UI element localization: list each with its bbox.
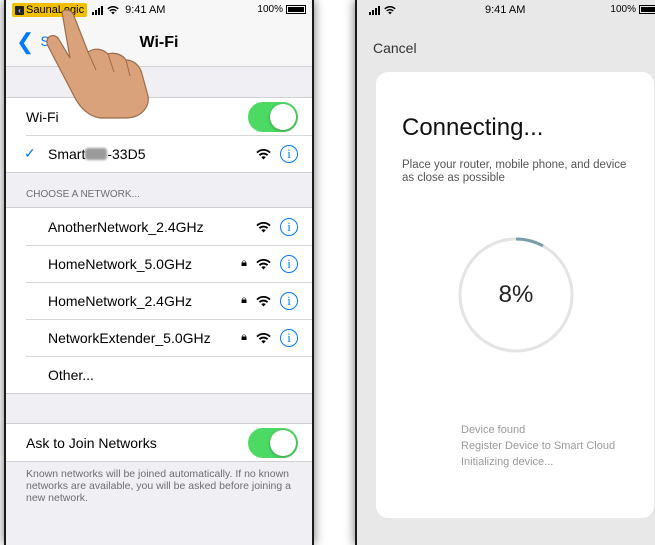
progress-percent: 8% bbox=[498, 281, 534, 308]
row-icons: i bbox=[256, 217, 298, 236]
nav-bar: ❮ S Wi-Fi bbox=[6, 20, 312, 67]
other-network-row[interactable]: Other... bbox=[6, 356, 312, 393]
cancel-button[interactable]: Cancel bbox=[373, 40, 417, 56]
progress-step: Initializing device... bbox=[461, 456, 554, 468]
wifi-section: Wi-Fi ✓ Smart -33D5 i bbox=[6, 97, 312, 173]
nav-back-label: S bbox=[40, 33, 50, 49]
connected-network-row[interactable]: ✓ Smart -33D5 i bbox=[6, 135, 312, 172]
back-chevron-icon: ‹ bbox=[15, 5, 24, 15]
network-name: HomeNetwork_5.0GHz bbox=[48, 255, 192, 272]
page-title: Wi-Fi bbox=[139, 34, 179, 51]
redacted-text bbox=[85, 147, 108, 160]
network-row[interactable]: HomeNetwork_5.0GHz 🔒︎ i bbox=[6, 245, 312, 282]
row-icons: 🔒︎ i bbox=[241, 291, 298, 310]
section-header: CHOOSE A NETWORK... bbox=[26, 189, 140, 200]
row-icons: 🔒︎ i bbox=[241, 328, 298, 347]
status-bar: ‹ SaunaLogic 9:41 AM 100% bbox=[6, 0, 312, 20]
info-icon[interactable]: i bbox=[280, 217, 298, 236]
wifi-toggle[interactable] bbox=[248, 101, 298, 132]
connected-network-name: Smart -33D5 bbox=[48, 146, 145, 162]
nav-back-button[interactable]: ❮ S bbox=[16, 30, 50, 53]
signal-icon bbox=[369, 5, 380, 15]
back-app-label: SaunaLogic bbox=[26, 4, 85, 16]
footer-note: Known networks will be joined automatica… bbox=[26, 468, 291, 504]
row-icons: 🔒︎ i bbox=[241, 254, 298, 273]
wifi-signal-icon bbox=[256, 258, 271, 269]
signal-icon bbox=[92, 5, 104, 15]
wifi-toggle-row: Wi-Fi bbox=[6, 98, 312, 135]
battery-icon bbox=[286, 5, 306, 14]
network-name-suffix: -33D5 bbox=[107, 145, 146, 162]
connecting-title: Connecting... bbox=[402, 114, 544, 141]
network-name-prefix: Smart bbox=[48, 145, 86, 162]
wifi-signal-icon bbox=[256, 295, 271, 306]
connecting-card: Connecting... Place your router, mobile … bbox=[376, 72, 654, 518]
wifi-label: Wi-Fi bbox=[26, 108, 59, 125]
network-name: NetworkExtender_5.0GHz bbox=[48, 329, 211, 346]
status-time: 9:41 AM bbox=[125, 4, 166, 16]
info-icon[interactable]: i bbox=[280, 291, 298, 310]
wifi-signal-icon bbox=[256, 148, 271, 159]
network-list: AnotherNetwork_2.4GHz i HomeNetwork_5.0GHz… bbox=[6, 207, 312, 394]
progress-steps: Device found Register Device to Smart Clo… bbox=[461, 422, 615, 470]
battery-percent: 100% bbox=[610, 4, 636, 15]
checkmark-icon: ✓ bbox=[24, 145, 36, 161]
ask-to-join-label: Ask to Join Networks bbox=[26, 434, 157, 451]
progress-step: Device found bbox=[461, 424, 526, 436]
battery-indicator: 100% bbox=[257, 4, 306, 15]
battery-indicator: 100% bbox=[610, 4, 655, 15]
ask-to-join-toggle[interactable] bbox=[248, 427, 298, 458]
connecting-screen: 9:41 AM 100% Cancel Connecting... Place … bbox=[355, 0, 655, 545]
ask-join-section: Ask to Join Networks bbox=[6, 423, 312, 462]
wifi-status-icon bbox=[384, 6, 396, 15]
wifi-signal-icon bbox=[256, 221, 271, 232]
other-label: Other... bbox=[48, 366, 94, 383]
lock-icon: 🔒︎ bbox=[241, 257, 247, 269]
wifi-settings-screen: ‹ SaunaLogic 9:41 AM 100% ❮ S Wi-Fi Wi-F… bbox=[4, 0, 314, 545]
wifi-signal-icon bbox=[256, 332, 271, 343]
lock-icon: 🔒︎ bbox=[241, 331, 247, 343]
battery-percent: 100% bbox=[257, 4, 283, 15]
progress-step: Register Device to Smart Cloud bbox=[461, 440, 616, 452]
row-icons: i bbox=[256, 144, 298, 163]
ask-to-join-row: Ask to Join Networks bbox=[6, 424, 312, 461]
back-to-app-button[interactable]: ‹ SaunaLogic bbox=[12, 3, 88, 17]
network-row[interactable]: AnotherNetwork_2.4GHz i bbox=[6, 208, 312, 245]
network-name: HomeNetwork_2.4GHz bbox=[48, 292, 192, 309]
info-icon[interactable]: i bbox=[280, 328, 298, 347]
battery-icon bbox=[639, 5, 655, 14]
lock-icon: 🔒︎ bbox=[241, 294, 247, 306]
network-name: AnotherNetwork_2.4GHz bbox=[48, 218, 204, 235]
info-icon[interactable]: i bbox=[280, 144, 298, 163]
status-time: 9:41 AM bbox=[485, 4, 526, 16]
info-icon[interactable]: i bbox=[280, 254, 298, 273]
network-row[interactable]: HomeNetwork_2.4GHz 🔒︎ i bbox=[6, 282, 312, 319]
wifi-status-icon bbox=[107, 6, 119, 15]
network-row[interactable]: NetworkExtender_5.0GHz 🔒︎ i bbox=[6, 319, 312, 356]
status-bar: 9:41 AM 100% bbox=[357, 0, 655, 20]
connecting-subtitle: Place your router, mobile phone, and dev… bbox=[402, 159, 627, 184]
